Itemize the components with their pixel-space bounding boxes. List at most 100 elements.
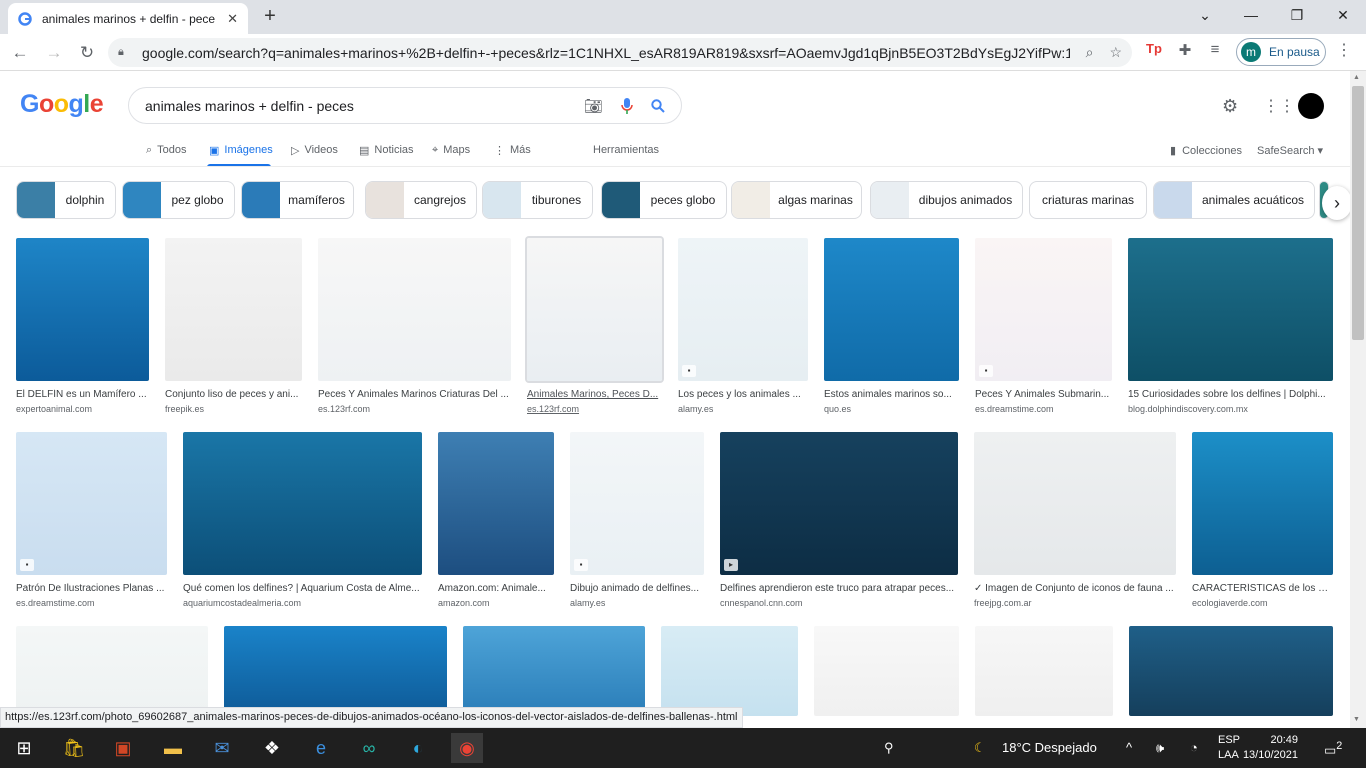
result-source[interactable]: es.123rf.com [527,404,662,414]
reload-icon[interactable]: ↻ [74,40,100,66]
tab-imagenes[interactable]: ▣ Imágenes [209,143,273,157]
result-thumbnail[interactable] [1128,238,1333,381]
chip-6[interactable]: algas marinas [731,181,862,219]
image-result[interactable]: Peces Y Animales Marinos Criaturas Del .… [318,238,511,414]
chrome-icon[interactable]: ◉ [451,733,483,763]
restore-icon[interactable]: ❐ [1274,0,1320,30]
result-thumbnail[interactable] [975,626,1113,716]
result-source[interactable]: alamy.es [570,598,704,608]
image-result[interactable]: 15 Curiosidades sobre los delfines | Dol… [1128,238,1333,414]
result-thumbnail[interactable] [463,626,645,716]
tab-videos[interactable]: ▷ Videos [291,143,338,157]
show-hidden-icons[interactable]: ^ [1126,740,1132,755]
notifications-icon[interactable]: ▭2 [1324,740,1342,758]
image-result[interactable] [1129,626,1333,716]
browser-tab[interactable]: animales marinos + delfin - pece ✕ [8,3,248,34]
image-result[interactable] [224,626,447,716]
profile-paused-button[interactable]: m En pausa [1236,38,1326,66]
microphone-icon[interactable] [621,97,633,114]
media-queue-icon[interactable]: ≡ [1204,41,1226,58]
tab-search-chevron-icon[interactable]: ⌄ [1182,0,1228,30]
result-thumbnail[interactable] [224,626,447,716]
result-source[interactable]: es.dreamstime.com [975,404,1112,414]
result-thumbnail[interactable] [814,626,959,716]
store-icon[interactable]: 🛍︎ [58,733,90,763]
mail-icon[interactable]: ✉ [206,733,238,763]
tab-maps[interactable]: ⌖ Maps [432,143,470,157]
image-result[interactable] [975,626,1113,716]
tab-noticias[interactable]: ▤ Noticias [359,143,414,157]
arduino-icon[interactable]: ∞ [353,733,385,763]
tools-button[interactable]: Herramientas [593,143,659,157]
result-thumbnail[interactable]: ▪ [678,238,808,381]
internet-explorer-icon[interactable]: e [305,733,337,763]
extension-tp-icon[interactable]: Tp [1143,41,1165,56]
result-source[interactable]: freejpg.com.ar [974,598,1176,608]
result-source[interactable]: blog.dolphindiscovery.com.mx [1128,404,1333,414]
result-thumbnail[interactable]: ▪ [975,238,1112,381]
search-input[interactable]: animales marinos + delfin - peces [145,98,566,114]
result-source[interactable]: cnnespanol.cnn.com [720,598,958,608]
result-caption[interactable]: Estos animales marinos so... [824,389,959,400]
browser-menu-icon[interactable]: ⋮ [1336,40,1352,60]
image-result[interactable] [661,626,798,716]
safesearch-dropdown[interactable]: SafeSearch ▾ [1257,144,1323,157]
chevron-right-icon[interactable]: › [1322,186,1352,220]
result-thumbnail[interactable] [183,432,422,575]
tab-mas[interactable]: ⋮ Más [494,143,531,157]
windows-start-icon[interactable]: ⊞ [8,733,40,763]
people-icon[interactable]: ⚲ [884,740,894,756]
file-explorer-icon[interactable]: ▬ [157,733,189,763]
result-thumbnail[interactable] [1192,432,1333,575]
result-caption[interactable]: ✓ Imagen de Conjunto de iconos de fauna … [974,583,1176,594]
edge-icon[interactable]: ◐ [402,733,434,763]
result-caption[interactable]: 15 Curiosidades sobre los delfines | Dol… [1128,389,1333,400]
result-caption[interactable]: CARACTERÍSTICAS de los D... [1192,583,1333,594]
result-caption[interactable]: El DELFÍN es un Mamífero ... [16,389,149,400]
new-tab-button[interactable]: + [258,5,282,29]
chip-4[interactable]: tiburones [482,181,593,219]
result-thumbnail[interactable]: ▪ [16,432,167,575]
search-box[interactable]: animales marinos + delfin - peces 📷︎ [128,87,682,124]
chip-5[interactable]: peces globo [601,181,727,219]
chip-9[interactable]: animales acuáticos [1153,181,1315,219]
result-source[interactable]: alamy.es [678,404,808,414]
image-result[interactable]: El DELFÍN es un Mamífero ... expertoanima… [16,238,149,414]
dropbox-icon[interactable]: ❖ [256,733,288,763]
network-icon[interactable]: ◔ [1190,740,1198,755]
language-layout[interactable]: LAA [1218,748,1239,763]
scroll-down-icon[interactable]: ▼ [1353,716,1360,723]
weather-text[interactable]: 18°C Despejado [1002,740,1097,755]
tab-todos[interactable]: ⌕ Todos [146,143,187,157]
image-result[interactable]: Amazon.com: Animale... amazon.com [438,432,554,608]
scrollbar-thumb[interactable] [1352,86,1364,340]
image-result[interactable]: Estos animales marinos so... quo.es [824,238,959,414]
result-thumbnail[interactable]: ▸ [720,432,958,575]
chip-0[interactable]: dolphin [16,181,116,219]
result-source[interactable]: aquariumcostadealmeria.com [183,598,422,608]
image-result[interactable] [16,626,208,716]
result-thumbnail[interactable] [974,432,1176,575]
result-caption[interactable]: Los peces y los animales ... [678,389,808,400]
extensions-puzzle-icon[interactable]: ✚ [1174,41,1196,59]
image-result[interactable]: Animales Marinos, Peces D... es.123rf.com [527,238,662,414]
image-result[interactable] [814,626,959,716]
result-thumbnail[interactable] [1129,626,1333,716]
result-thumbnail[interactable] [661,626,798,716]
image-result[interactable]: ▪ Patrón De Ilustraciones Planas ... es.dr… [16,432,167,608]
image-result[interactable]: ▪ Dibujo animado de delfines... alamy.es [570,432,704,608]
chip-7[interactable]: dibujos animados [870,181,1023,219]
result-caption[interactable]: Amazon.com: Animale... [438,583,554,594]
forward-icon[interactable]: → [41,40,67,66]
volume-icon[interactable]: 🕪︎ [1156,740,1164,756]
scroll-up-icon[interactable]: ▲ [1353,74,1360,81]
result-caption[interactable]: Conjunto liso de peces y ani... [165,389,302,400]
chip-2[interactable]: mamíferos [241,181,354,219]
result-source[interactable]: es.dreamstime.com [16,598,167,608]
image-result[interactable]: ▪ Peces Y Animales Submarin... es.dreamsti… [975,238,1112,414]
result-thumbnail[interactable] [824,238,959,381]
result-caption[interactable]: Qué comen los delfines? | Aquarium Costa… [183,583,422,594]
close-window-icon[interactable]: ✕ [1320,0,1366,30]
image-result[interactable]: Qué comen los delfines? | Aquarium Costa… [183,432,422,608]
result-source[interactable]: quo.es [824,404,959,414]
